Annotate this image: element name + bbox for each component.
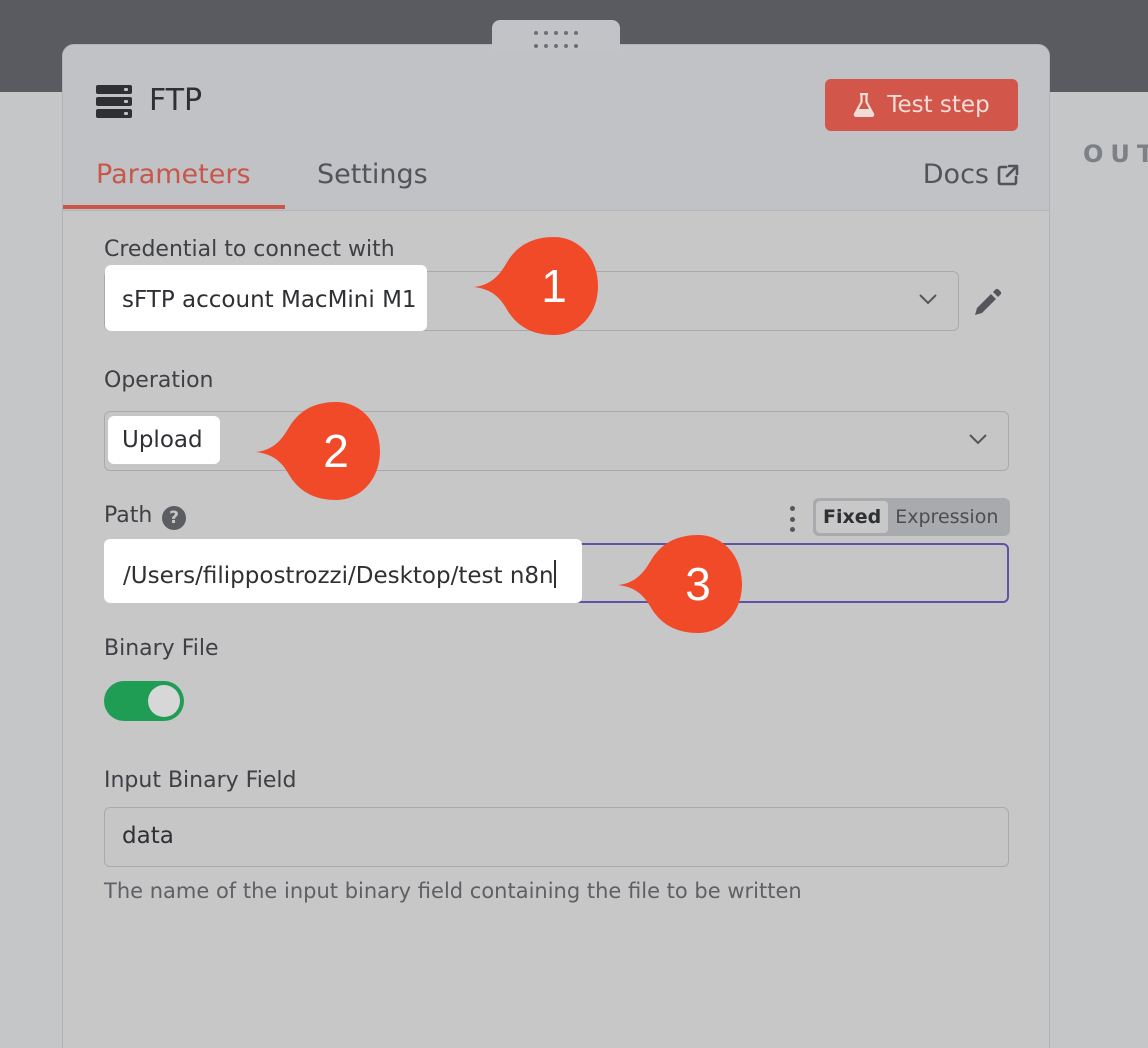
output-panel-label: OUT [1083, 140, 1148, 168]
credential-label: Credential to connect with [104, 237, 395, 262]
server-icon [96, 85, 132, 119]
credential-value: sFTP account MacMini M1 [122, 287, 417, 313]
more-options-icon[interactable] [788, 506, 796, 532]
annotation-number: 2 [323, 425, 349, 477]
docs-label: Docs [922, 159, 989, 190]
path-value: /Users/filippostrozzi/Desktop/test n8n [123, 563, 554, 589]
mode-expression[interactable]: Expression [888, 501, 1005, 533]
annotation-marker-1: 1 [474, 236, 598, 336]
tab-parameters[interactable]: Parameters [96, 159, 251, 190]
drag-handle[interactable] [492, 20, 620, 52]
chevron-down-icon [969, 434, 987, 445]
docs-link[interactable]: Docs [923, 159, 1019, 190]
annotation-number: 1 [541, 260, 567, 312]
external-link-icon [997, 164, 1019, 185]
text-cursor [553, 560, 556, 588]
toggle-knob [148, 685, 180, 717]
operation-select[interactable]: Upload [104, 411, 1009, 471]
chevron-down-icon [919, 294, 937, 305]
parameters-panel: Credential to connect with sFTP account … [63, 211, 1049, 1048]
operation-label: Operation [104, 368, 214, 393]
tab-settings[interactable]: Settings [317, 159, 428, 190]
input-binary-field-value: data [122, 823, 174, 849]
binary-file-toggle[interactable] [104, 681, 184, 721]
test-step-label: Test step [887, 92, 990, 118]
tab-bar: Parameters Settings Docs [63, 155, 1049, 211]
path-label: Path [104, 503, 153, 528]
path-input[interactable]: /Users/filippostrozzi/Desktop/test n8n [104, 539, 1009, 603]
test-step-button[interactable]: Test step [825, 79, 1018, 131]
input-binary-field-hint: The name of the input binary field conta… [104, 879, 802, 903]
help-icon[interactable]: ? [162, 506, 186, 530]
active-tab-indicator [63, 205, 285, 209]
path-value-wrap: /Users/filippostrozzi/Desktop/test n8n [123, 560, 556, 589]
annotation-marker-3: 3 [618, 534, 742, 634]
binary-file-label: Binary File [104, 636, 219, 661]
annotation-number: 3 [685, 558, 711, 610]
edit-pencil-icon[interactable] [971, 287, 1003, 319]
modal-header: FTP Test step Parameters Settings Docs [63, 45, 1049, 211]
mode-fixed[interactable]: Fixed [816, 501, 889, 533]
input-binary-field-input[interactable]: data [104, 807, 1009, 867]
flask-icon [854, 93, 875, 117]
node-settings-modal: FTP Test step Parameters Settings Docs C… [62, 44, 1050, 1048]
input-binary-field-label: Input Binary Field [104, 768, 297, 793]
annotation-marker-2: 2 [256, 401, 380, 501]
node-title: FTP [149, 83, 203, 118]
value-mode-toggle: Fixed Expression [813, 498, 1010, 536]
operation-value: Upload [122, 427, 203, 453]
